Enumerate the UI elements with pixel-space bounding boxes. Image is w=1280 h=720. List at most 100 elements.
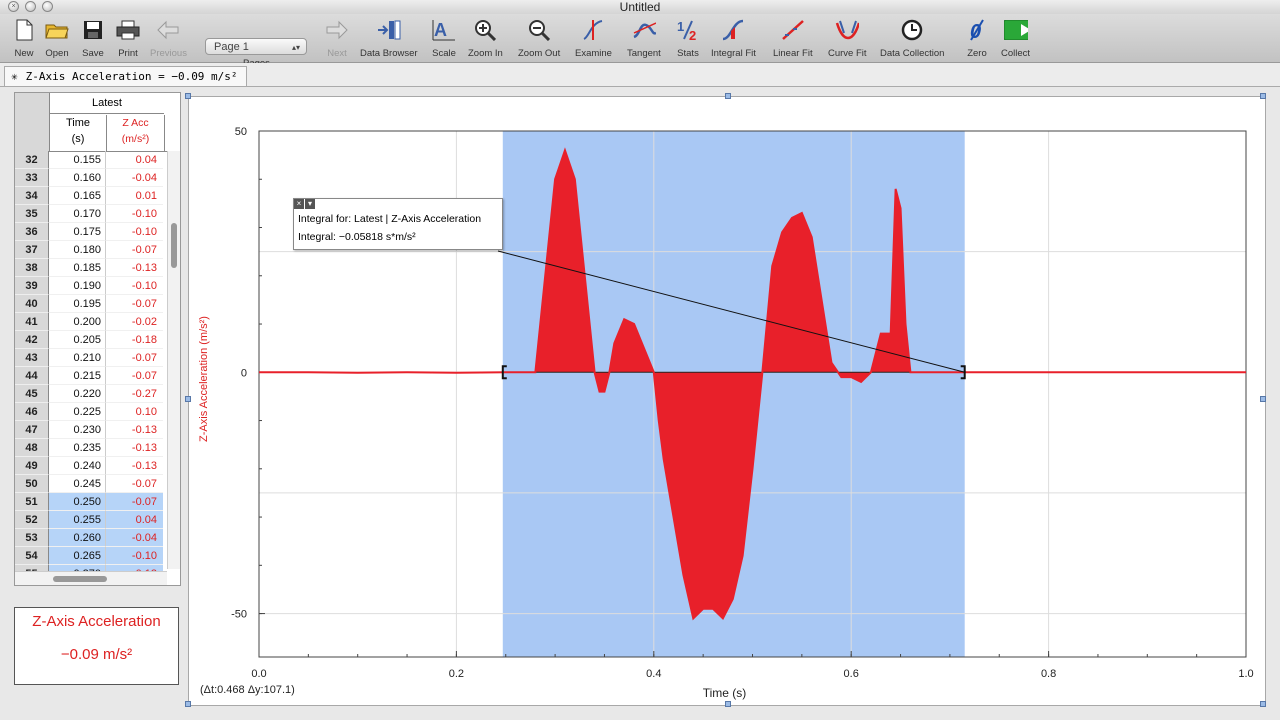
options-annotation-icon[interactable]: ▾: [305, 199, 315, 209]
table-row[interactable]: 43 0.210 -0.07: [15, 349, 165, 367]
cell-z-acc[interactable]: -0.27: [106, 385, 163, 403]
meter-display[interactable]: Z-Axis Acceleration −0.09 m/s²: [14, 607, 179, 685]
cell-time[interactable]: 0.165: [49, 187, 106, 205]
cell-time[interactable]: 0.210: [49, 349, 106, 367]
cell-z-acc[interactable]: -0.13: [106, 457, 163, 475]
cell-z-acc[interactable]: -0.10: [106, 547, 163, 565]
cell-z-acc[interactable]: -0.07: [106, 475, 163, 493]
scroll-thumb[interactable]: [171, 223, 177, 268]
cell-time[interactable]: 0.215: [49, 367, 106, 385]
cell-z-acc[interactable]: -0.13: [106, 421, 163, 439]
cell-z-acc[interactable]: -0.07: [106, 295, 163, 313]
resize-handle-top-right[interactable]: [1260, 93, 1266, 99]
minimize-window-icon[interactable]: [25, 1, 36, 12]
cell-z-acc[interactable]: 0.04: [106, 151, 163, 169]
cell-z-acc[interactable]: -0.07: [106, 349, 163, 367]
data-collection-button[interactable]: Data Collection: [880, 18, 944, 59]
table-row[interactable]: 48 0.235 -0.13: [15, 439, 165, 457]
cell-time[interactable]: 0.180: [49, 241, 106, 259]
cell-time[interactable]: 0.230: [49, 421, 106, 439]
cell-time[interactable]: 0.245: [49, 475, 106, 493]
print-button[interactable]: Print: [116, 18, 140, 59]
examine-button[interactable]: Examine: [575, 18, 612, 59]
cell-z-acc[interactable]: 0.04: [106, 511, 163, 529]
cell-z-acc[interactable]: -0.07: [106, 367, 163, 385]
page-select[interactable]: Page 1 ▴▾: [205, 38, 307, 55]
zoom-out-button[interactable]: Zoom Out: [518, 18, 560, 59]
table-row[interactable]: 41 0.200 -0.02: [15, 313, 165, 331]
tab-z-axis-acceleration[interactable]: ✳ Z-Axis Acceleration = −0.09 m/s²: [4, 66, 247, 86]
cell-z-acc[interactable]: 0.01: [106, 187, 163, 205]
resize-handle-right[interactable]: [1260, 396, 1266, 402]
cell-time[interactable]: 0.240: [49, 457, 106, 475]
table-vertical-scrollbar[interactable]: [167, 151, 180, 569]
linear-fit-button[interactable]: Linear Fit: [773, 18, 813, 59]
cell-time[interactable]: 0.160: [49, 169, 106, 187]
table-row[interactable]: 46 0.225 0.10: [15, 403, 165, 421]
resize-handle-left[interactable]: [185, 396, 191, 402]
table-row[interactable]: 53 0.260 -0.04: [15, 529, 165, 547]
stats-button[interactable]: 12 Stats: [676, 18, 700, 59]
cell-time[interactable]: 0.155: [49, 151, 106, 169]
scale-button[interactable]: A Scale: [432, 18, 456, 59]
table-row[interactable]: 50 0.245 -0.07: [15, 475, 165, 493]
cell-time[interactable]: 0.195: [49, 295, 106, 313]
collect-button[interactable]: Collect: [1001, 18, 1030, 59]
table-row[interactable]: 34 0.165 0.01: [15, 187, 165, 205]
cell-time[interactable]: 0.220: [49, 385, 106, 403]
cell-time[interactable]: 0.185: [49, 259, 106, 277]
open-button[interactable]: Open: [45, 18, 69, 59]
resize-handle-bottom-right[interactable]: [1260, 701, 1266, 707]
resize-handle-bottom[interactable]: [725, 701, 731, 707]
close-window-icon[interactable]: ×: [8, 1, 19, 12]
tangent-button[interactable]: Tangent: [627, 18, 661, 59]
table-row[interactable]: 35 0.170 -0.10: [15, 205, 165, 223]
cell-z-acc[interactable]: -0.04: [106, 529, 163, 547]
acceleration-graph[interactable]: 0.0 0.2 0.4 0.6 0.8 1.0 50 0 -50 Time (s) Z-Axis A…: [189, 97, 1265, 705]
table-row[interactable]: 37 0.180 -0.07: [15, 241, 165, 259]
table-row[interactable]: 33 0.160 -0.04: [15, 169, 165, 187]
table-row[interactable]: 52 0.255 0.04: [15, 511, 165, 529]
table-row[interactable]: 39 0.190 -0.10: [15, 277, 165, 295]
resize-handle-top[interactable]: [725, 93, 731, 99]
cell-time[interactable]: 0.205: [49, 331, 106, 349]
integral-fit-button[interactable]: Integral Fit: [711, 18, 756, 59]
cell-z-acc[interactable]: -0.10: [106, 277, 163, 295]
cell-z-acc[interactable]: -0.07: [106, 493, 163, 511]
cell-z-acc[interactable]: -0.07: [106, 241, 163, 259]
cell-z-acc[interactable]: -0.02: [106, 313, 163, 331]
data-table[interactable]: Latest Time (s) Z Acc (m/s²) 32 0.155 0.04…: [14, 92, 181, 586]
resize-handle-top-left[interactable]: [185, 93, 191, 99]
resize-handle-bottom-left[interactable]: [185, 701, 191, 707]
cell-z-acc[interactable]: -0.18: [106, 331, 163, 349]
cell-time[interactable]: 0.265: [49, 547, 106, 565]
table-row[interactable]: 40 0.195 -0.07: [15, 295, 165, 313]
table-row[interactable]: 51 0.250 -0.07: [15, 493, 165, 511]
cell-time[interactable]: 0.170: [49, 205, 106, 223]
table-row[interactable]: 54 0.265 -0.10: [15, 547, 165, 565]
zoom-window-icon[interactable]: [42, 1, 53, 12]
table-row[interactable]: 47 0.230 -0.13: [15, 421, 165, 439]
table-row[interactable]: 32 0.155 0.04: [15, 151, 165, 169]
table-row[interactable]: 38 0.185 -0.13: [15, 259, 165, 277]
cell-z-acc[interactable]: 0.10: [106, 403, 163, 421]
cell-z-acc[interactable]: -0.10: [106, 205, 163, 223]
cell-time[interactable]: 0.200: [49, 313, 106, 331]
zoom-in-button[interactable]: Zoom In: [468, 18, 503, 59]
cell-z-acc[interactable]: -0.10: [106, 223, 163, 241]
scroll-thumb[interactable]: [53, 576, 107, 582]
cell-time[interactable]: 0.235: [49, 439, 106, 457]
column-header-z-acc[interactable]: Z Acc (m/s²): [107, 115, 165, 151]
table-row[interactable]: 36 0.175 -0.10: [15, 223, 165, 241]
previous-button[interactable]: Previous: [150, 18, 187, 59]
cell-z-acc[interactable]: -0.13: [106, 439, 163, 457]
data-set-name[interactable]: Latest: [50, 97, 164, 114]
cell-time[interactable]: 0.190: [49, 277, 106, 295]
next-button[interactable]: Next: [325, 18, 349, 59]
cell-z-acc[interactable]: -0.04: [106, 169, 163, 187]
cell-time[interactable]: 0.175: [49, 223, 106, 241]
save-button[interactable]: Save: [81, 18, 105, 59]
cell-time[interactable]: 0.250: [49, 493, 106, 511]
cell-time[interactable]: 0.260: [49, 529, 106, 547]
cell-time[interactable]: 0.255: [49, 511, 106, 529]
